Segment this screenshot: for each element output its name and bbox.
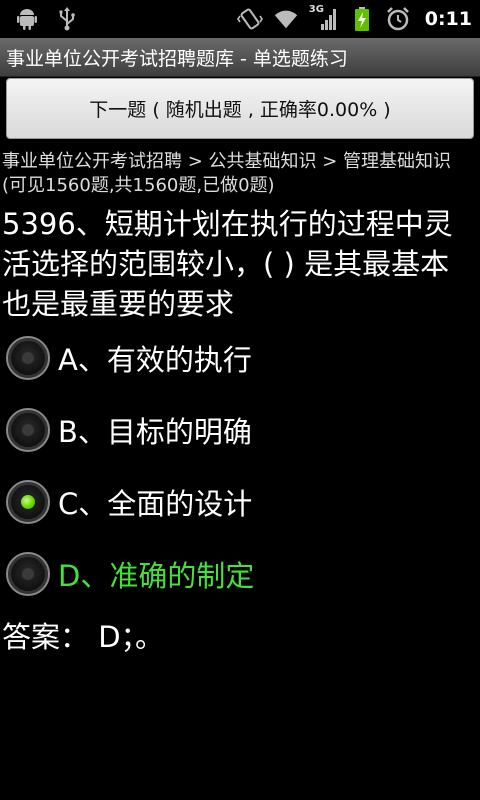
app-title: 事业单位公开考试招聘题库 - 单选题练习: [6, 48, 348, 70]
next-question-label: 下一题 ( 随机出题 , 正确率0.00% ): [89, 99, 391, 121]
option-c[interactable]: C、全面的设计: [6, 474, 474, 530]
clock-time: 0:11: [424, 8, 472, 30]
android-icon: [14, 6, 40, 32]
vibrate-icon: [236, 6, 263, 32]
radio-button-a[interactable]: [6, 336, 50, 380]
alarm-icon: [385, 6, 411, 32]
option-c-label: C、全面的设计: [58, 487, 253, 521]
app-title-bar: 事业单位公开考试招聘题库 - 单选题练习: [0, 38, 480, 77]
usb-icon: [54, 6, 80, 32]
option-b[interactable]: B、目标的明确: [6, 402, 474, 458]
option-a[interactable]: A、有效的执行: [6, 330, 474, 386]
option-a-label: A、有效的执行: [58, 343, 252, 377]
network-type-label: 3G: [308, 4, 324, 15]
wifi-icon: [273, 6, 299, 32]
option-d-label: D、准确的制定: [58, 559, 255, 593]
option-b-label: B、目标的明确: [58, 415, 252, 449]
battery-charging-icon: [349, 6, 375, 32]
next-question-button[interactable]: 下一题 ( 随机出题 , 正确率0.00% ): [6, 78, 474, 139]
answer-text: 答案： D；。: [2, 620, 165, 654]
radio-button-c[interactable]: [6, 480, 50, 524]
option-d[interactable]: D、准确的制定: [6, 546, 474, 602]
status-bar: 3G 0:11: [0, 0, 480, 38]
question-text: 5396、短期计划在执行的过程中灵活选择的范围较小，( ) 是其最基本也是最重要…: [2, 207, 453, 321]
signal-3g-icon: 3G: [308, 4, 339, 32]
radio-button-d[interactable]: [6, 552, 50, 596]
radio-button-b[interactable]: [6, 408, 50, 452]
breadcrumb: 事业单位公开考试招聘 > 公共基础知识 > 管理基础知识 (可见1560题,共1…: [2, 151, 452, 196]
